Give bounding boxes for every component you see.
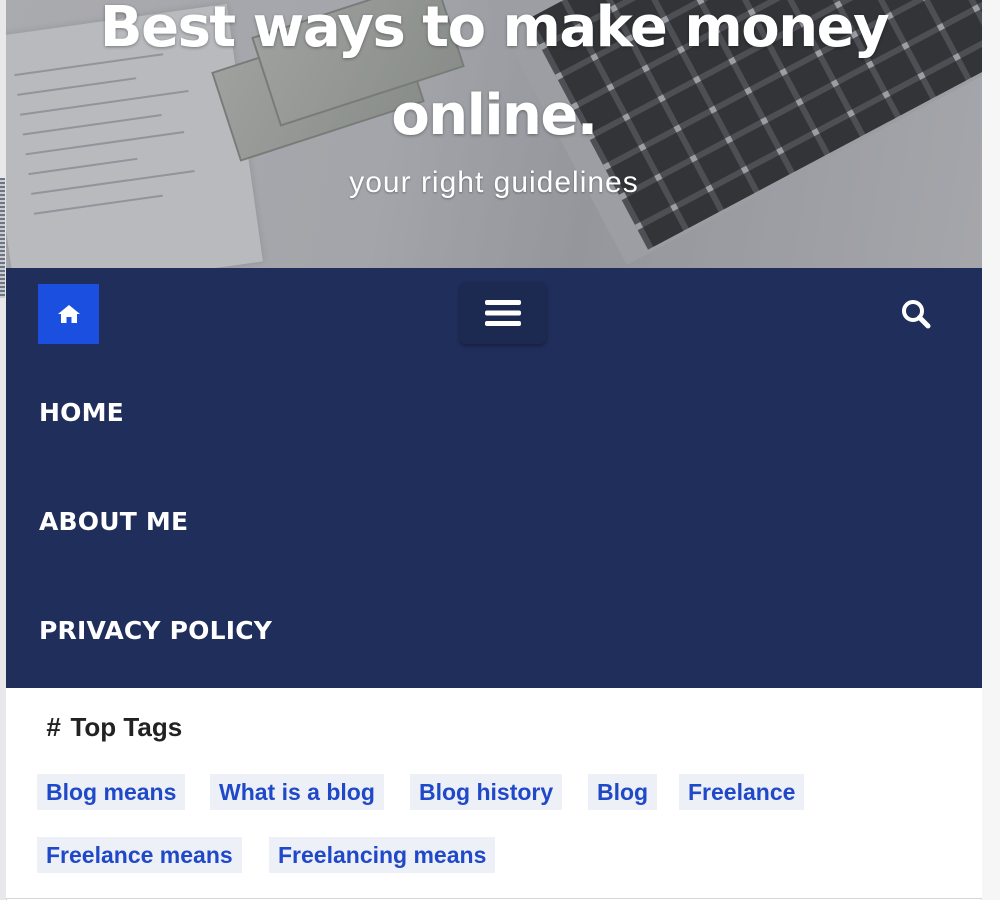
home-icon <box>57 305 80 323</box>
top-tags-widget: # Top Tags Blog means What is a blog Blo… <box>6 688 982 899</box>
search-button[interactable] <box>896 294 936 334</box>
tag-what-is-a-blog[interactable]: What is a blog <box>210 774 384 810</box>
nav-item-privacy-policy[interactable]: PRIVACY POLICY <box>39 616 272 645</box>
hash-icon: # <box>46 712 61 742</box>
nav-item-home[interactable]: HOME <box>39 398 124 427</box>
tags-widget-heading: # Top Tags <box>46 712 183 742</box>
main-navigation: HOME ABOUT ME PRIVACY POLICY <box>6 268 982 688</box>
page: Best ways to make money online. your rig… <box>0 0 1000 900</box>
tag-freelance[interactable]: Freelance <box>679 774 805 810</box>
site-header: Best ways to make money online. your rig… <box>6 0 982 268</box>
home-button[interactable] <box>38 284 99 344</box>
tag-freelancing-means[interactable]: Freelancing means <box>269 837 496 873</box>
tag-blog-means[interactable]: Blog means <box>37 774 186 810</box>
search-icon <box>902 300 931 329</box>
site-tagline: your right guidelines <box>349 166 639 199</box>
tag-freelance-means[interactable]: Freelance means <box>37 837 242 873</box>
tag-blog[interactable]: Blog <box>588 774 658 810</box>
tag-blog-history[interactable]: Blog history <box>410 774 563 810</box>
menu-toggle-button[interactable] <box>460 282 546 344</box>
site-title[interactable]: Best ways to make money online. <box>6 0 982 160</box>
hamburger-menu-icon <box>485 300 521 326</box>
scrollbar-track[interactable] <box>981 0 1000 900</box>
nav-item-about-me[interactable]: ABOUT ME <box>39 507 188 536</box>
